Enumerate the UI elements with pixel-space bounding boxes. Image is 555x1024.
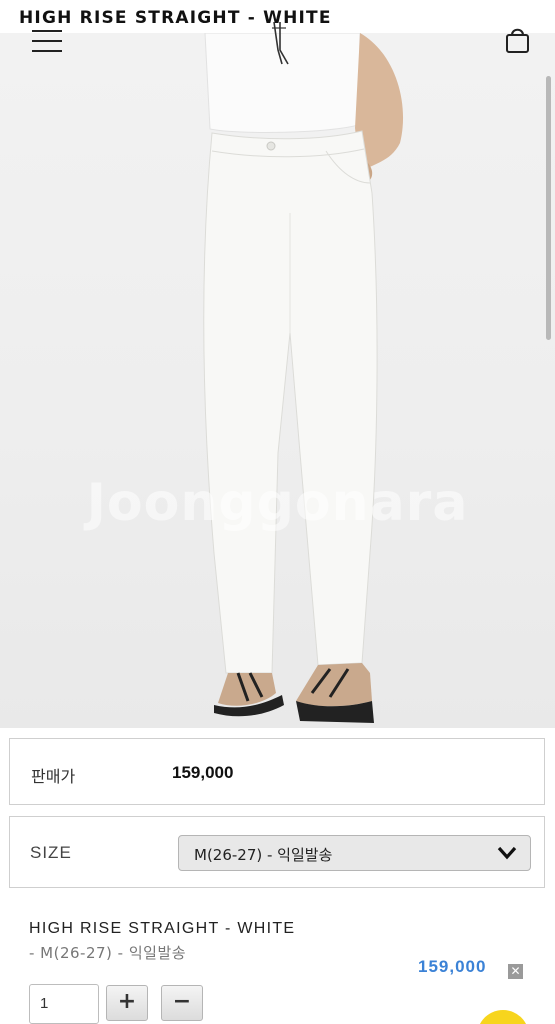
remove-item-button[interactable]: ✕ xyxy=(508,964,523,979)
selected-product-name: HIGH RISE STRAIGHT - WHITE xyxy=(29,920,296,937)
scrollbar[interactable] xyxy=(546,76,551,340)
brand-logo-icon[interactable] xyxy=(268,20,294,66)
hamburger-menu-icon[interactable] xyxy=(32,30,62,54)
price-value: 159,000 xyxy=(172,763,234,782)
product-image: Joonggonara xyxy=(0,33,555,728)
size-row: SIZE M(26-27) - 익일발송 xyxy=(9,816,545,888)
chevron-down-icon xyxy=(497,846,517,860)
shopping-bag-icon[interactable] xyxy=(505,26,531,54)
size-selected-value: M(26-27) - 익일발송 xyxy=(194,846,333,864)
watermark-text: Joonggonara xyxy=(86,473,469,533)
product-photo-illustration xyxy=(203,33,404,723)
size-select[interactable]: M(26-27) - 익일발송 xyxy=(178,835,531,871)
size-label: SIZE xyxy=(30,843,72,862)
quantity-increase-button[interactable]: + xyxy=(106,985,148,1021)
price-row: 판매가 159,000 xyxy=(9,738,545,805)
price-label: 판매가 xyxy=(31,767,76,786)
quantity-decrease-button[interactable]: − xyxy=(161,985,203,1021)
selected-product-option: - M(26-27) - 익일발송 xyxy=(29,944,187,962)
selected-product-price: 159,000 xyxy=(418,957,487,976)
floating-chat-button[interactable] xyxy=(477,1010,529,1024)
quantity-input[interactable]: 1 xyxy=(29,984,99,1024)
